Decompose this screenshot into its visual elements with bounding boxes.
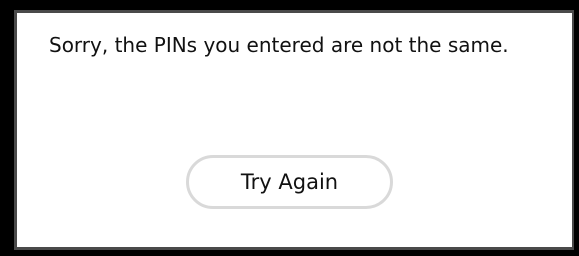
try-again-button[interactable]: Try Again xyxy=(186,155,393,209)
dialog-message: Sorry, the PINs you entered are not the … xyxy=(49,33,509,57)
